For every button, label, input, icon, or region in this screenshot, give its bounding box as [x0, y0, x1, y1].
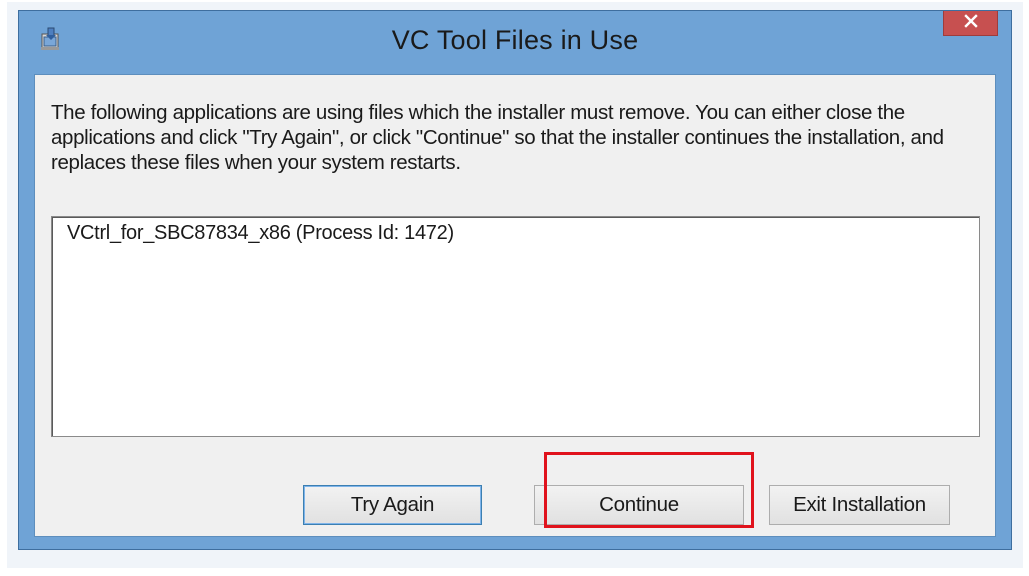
process-listbox[interactable]: VCtrl_for_SBC87834_x86 (Process Id: 1472…: [51, 216, 980, 437]
try-again-button[interactable]: Try Again: [303, 485, 482, 525]
title-bar[interactable]: VC Tool Files in Use: [19, 11, 1011, 75]
list-item[interactable]: VCtrl_for_SBC87834_x86 (Process Id: 1472…: [67, 221, 454, 245]
close-button[interactable]: [943, 11, 998, 36]
exit-installation-button[interactable]: Exit Installation: [769, 485, 950, 525]
dialog-window: VC Tool Files in Use The following appli…: [18, 10, 1012, 550]
continue-button[interactable]: Continue: [534, 485, 744, 525]
message-text: The following applications are using fil…: [51, 101, 944, 174]
close-icon: [963, 13, 978, 33]
window-title: VC Tool Files in Use: [391, 25, 639, 55]
dialog-content: The following applications are using fil…: [34, 74, 996, 537]
screenshot-stage: VC Tool Files in Use The following appli…: [0, 0, 1029, 576]
